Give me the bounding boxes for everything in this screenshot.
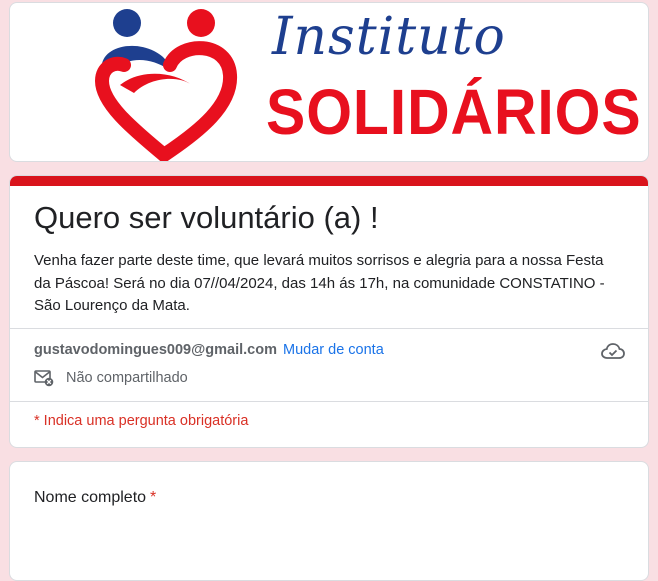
accent-bar [10, 176, 648, 186]
cloud-sync-icon[interactable] [600, 341, 626, 361]
mail-not-shared-icon [34, 370, 54, 387]
brand-main-text: SOLIDÁRIOS [266, 76, 642, 148]
form-description: Venha fazer parte deste time, que levará… [34, 252, 605, 314]
account-row: gustavodomingues009@gmail.com Mudar de c… [34, 342, 384, 358]
divider [10, 401, 648, 402]
brand-script-text: Instituto [272, 7, 506, 67]
question-label: Nome completo * [34, 489, 156, 507]
header-banner: Instituto SOLIDÁRIOS [9, 2, 649, 162]
heart-people-logo [94, 9, 238, 161]
divider [10, 328, 648, 329]
required-note: * Indica uma pergunta obrigatória [34, 413, 249, 429]
question-card: Nome completo * [9, 461, 649, 581]
form-title: Quero ser voluntário (a) ! [34, 200, 379, 235]
account-email: gustavodomingues009@gmail.com [34, 342, 277, 358]
question-label-text: Nome completo [34, 489, 147, 506]
shared-status-row: Não compartilhado [34, 369, 188, 387]
shared-status-text: Não compartilhado [66, 370, 188, 386]
form-header-card: Quero ser voluntário (a) ! Venha fazer p… [9, 175, 649, 448]
switch-account-link[interactable]: Mudar de conta [283, 342, 384, 358]
required-star: * [150, 489, 157, 506]
